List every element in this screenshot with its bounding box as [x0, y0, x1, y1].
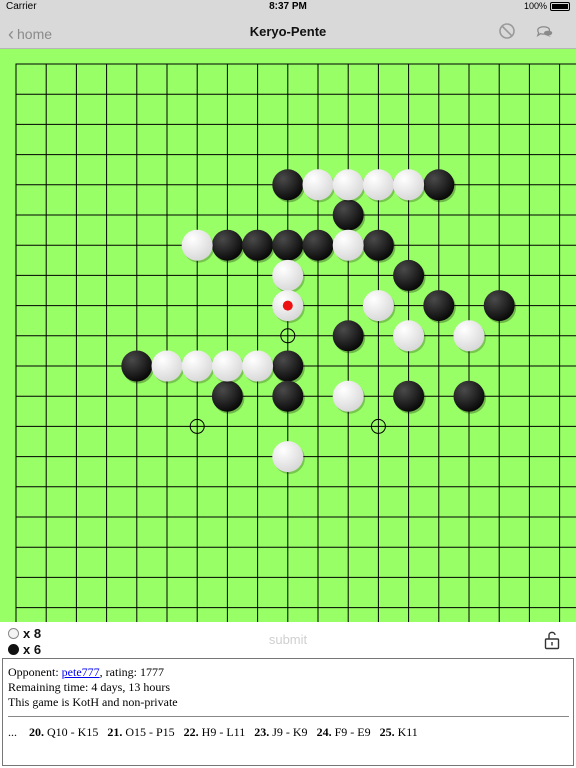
game-info-panel: Opponent: pete777, rating: 1777 Remainin…	[2, 658, 574, 766]
white-stone	[242, 350, 274, 382]
black-stone	[272, 380, 304, 412]
white-stone	[332, 169, 364, 201]
black-stone	[393, 259, 425, 291]
black-stone	[242, 229, 274, 261]
back-label: home	[17, 26, 53, 42]
unlock-icon[interactable]	[544, 630, 560, 650]
white-stone	[332, 380, 364, 412]
move-number: 23.	[254, 725, 270, 739]
chevron-left-icon: ‹	[8, 24, 14, 44]
white-stone	[181, 229, 213, 261]
move-entry: 22. H9 - L11	[175, 725, 246, 739]
status-bar: Carrier 8:37 PM 100%	[0, 0, 576, 14]
opponent-rating: , rating: 1777	[99, 665, 164, 679]
white-stone	[211, 350, 243, 382]
opponent-line: Opponent: pete777, rating: 1777	[8, 665, 164, 680]
move-entry: 20. Q10 - K15	[20, 725, 98, 739]
white-stone	[302, 169, 334, 201]
white-stone	[272, 259, 304, 291]
moves-ellipsis: ...	[8, 725, 17, 739]
divider	[8, 716, 569, 717]
white-stone	[151, 350, 183, 382]
white-stone	[393, 320, 425, 352]
black-stone	[393, 380, 425, 412]
white-stone	[181, 350, 213, 382]
home-back-button[interactable]: ‹ home	[8, 23, 52, 44]
white-stone	[332, 229, 364, 261]
black-stone	[211, 380, 243, 412]
move-number: 24.	[316, 725, 332, 739]
move-number: 21.	[107, 725, 123, 739]
remaining-time: Remaining time: 4 days, 13 hours	[8, 680, 170, 694]
battery-percent: 100%	[523, 1, 547, 11]
move-entry: 24. F9 - E9	[308, 725, 371, 739]
opponent-link[interactable]: pete777	[62, 665, 100, 679]
move-text: K11	[394, 725, 418, 739]
last-move-marker	[282, 300, 293, 311]
game-board[interactable]	[0, 49, 576, 622]
black-stone	[483, 290, 515, 322]
white-stone	[362, 169, 394, 201]
black-stone	[453, 380, 485, 412]
battery-indicator: 100%	[523, 1, 570, 12]
chat-bubbles-icon[interactable]	[536, 22, 554, 40]
submit-button[interactable]: submit	[269, 632, 307, 647]
black-stone	[211, 229, 243, 261]
move-text: O15 - P15	[122, 725, 175, 739]
move-text: F9 - E9	[331, 725, 371, 739]
black-stone	[302, 229, 334, 261]
navigation-bar: ‹ home Keryo-Pente	[0, 14, 576, 49]
opponent-label: Opponent:	[8, 665, 62, 679]
white-stone	[393, 169, 425, 201]
move-entry: 23. J9 - K9	[245, 725, 307, 739]
white-stone	[362, 290, 394, 322]
submit-area: submit	[0, 632, 576, 647]
move-entry: 25. K11	[371, 725, 418, 739]
black-stone	[121, 350, 153, 382]
page-title: Keryo-Pente	[249, 24, 327, 39]
white-stone	[272, 441, 304, 473]
move-entry: 21. O15 - P15	[98, 725, 174, 739]
controls-row: x 8 x 6 submit	[0, 622, 576, 658]
move-number: 20.	[29, 725, 44, 739]
white-stone	[453, 320, 485, 352]
black-stone	[332, 199, 364, 231]
black-stone	[272, 350, 304, 382]
move-text: J9 - K9	[269, 725, 308, 739]
move-text: H9 - L11	[198, 725, 246, 739]
game-board-area	[0, 49, 576, 622]
black-stone	[272, 169, 304, 201]
black-stone	[423, 169, 455, 201]
battery-icon	[550, 2, 570, 12]
board-frame	[15, 63, 576, 622]
black-stone	[272, 229, 304, 261]
clock: 8:37 PM	[269, 1, 307, 12]
move-number: 22.	[183, 725, 199, 739]
move-text: Q10 - K15	[44, 725, 99, 739]
black-stone	[362, 229, 394, 261]
no-entry-icon[interactable]	[498, 22, 516, 40]
black-stone	[332, 320, 364, 352]
move-list: ... 20. Q10 - K15 21. O15 - P15 22. H9 -…	[8, 725, 418, 740]
black-stone	[423, 290, 455, 322]
move-number: 25.	[379, 725, 395, 739]
game-type: This game is KotH and non-private	[8, 695, 178, 709]
